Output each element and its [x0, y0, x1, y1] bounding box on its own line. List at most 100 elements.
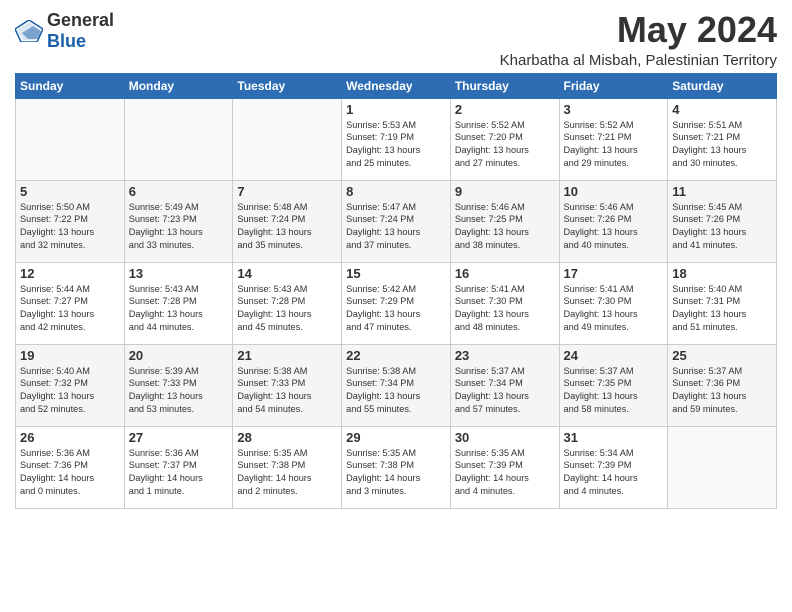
calendar-week-row: 19 Sunrise: 5:40 AM Sunset: 7:32 PM Dayli… — [16, 344, 777, 426]
day-info: Sunrise: 5:50 AM Sunset: 7:22 PM Dayligh… — [20, 201, 120, 253]
day-number: 16 — [455, 266, 555, 281]
main-container: General Blue May 2024 Kharbatha al Misba… — [0, 0, 792, 519]
calendar-week-row: 1 Sunrise: 5:53 AM Sunset: 7:19 PM Daylig… — [16, 98, 777, 180]
table-row: 23 Sunrise: 5:37 AM Sunset: 7:34 PM Dayli… — [450, 344, 559, 426]
day-number: 6 — [129, 184, 229, 199]
day-number: 21 — [237, 348, 337, 363]
col-sunday: Sunday — [16, 73, 125, 98]
logo-text: General Blue — [47, 10, 114, 52]
day-info: Sunrise: 5:43 AM Sunset: 7:28 PM Dayligh… — [129, 283, 229, 335]
day-info: Sunrise: 5:37 AM Sunset: 7:36 PM Dayligh… — [672, 365, 772, 417]
logo-icon — [15, 20, 43, 42]
logo-general: General — [47, 10, 114, 30]
calendar-week-row: 12Sunrise: 5:44 AM Sunset: 7:27 PM Dayli… — [16, 262, 777, 344]
day-info: Sunrise: 5:53 AM Sunset: 7:19 PM Dayligh… — [346, 119, 446, 171]
logo: General Blue — [15, 10, 114, 52]
day-number: 13 — [129, 266, 229, 281]
location-title: Kharbatha al Misbah, Palestinian Territo… — [500, 52, 777, 69]
title-block: May 2024 Kharbatha al Misbah, Palestinia… — [500, 10, 777, 69]
table-row: 22Sunrise: 5:38 AM Sunset: 7:34 PM Dayli… — [342, 344, 451, 426]
day-info: Sunrise: 5:42 AM Sunset: 7:29 PM Dayligh… — [346, 283, 446, 335]
table-row: 9 Sunrise: 5:46 AM Sunset: 7:25 PM Daylig… — [450, 180, 559, 262]
header: General Blue May 2024 Kharbatha al Misba… — [15, 10, 777, 69]
calendar-table: Sunday Monday Tuesday Wednesday Thursday… — [15, 73, 777, 509]
day-number: 24 — [564, 348, 664, 363]
table-row: 11 Sunrise: 5:45 AM Sunset: 7:26 PM Dayli… — [668, 180, 777, 262]
day-info: Sunrise: 5:49 AM Sunset: 7:23 PM Dayligh… — [129, 201, 229, 253]
table-row — [124, 98, 233, 180]
logo-blue: Blue — [47, 31, 86, 51]
month-title: May 2024 — [500, 10, 777, 50]
day-number: 17 — [564, 266, 664, 281]
day-info: Sunrise: 5:41 AM Sunset: 7:30 PM Dayligh… — [564, 283, 664, 335]
day-info: Sunrise: 5:41 AM Sunset: 7:30 PM Dayligh… — [455, 283, 555, 335]
table-row: 2 Sunrise: 5:52 AM Sunset: 7:20 PM Daylig… — [450, 98, 559, 180]
table-row: 15 Sunrise: 5:42 AM Sunset: 7:29 PM Dayli… — [342, 262, 451, 344]
day-number: 26 — [20, 430, 120, 445]
day-info: Sunrise: 5:37 AM Sunset: 7:34 PM Dayligh… — [455, 365, 555, 417]
table-row — [233, 98, 342, 180]
table-row: 5 Sunrise: 5:50 AM Sunset: 7:22 PM Daylig… — [16, 180, 125, 262]
day-info: Sunrise: 5:40 AM Sunset: 7:31 PM Dayligh… — [672, 283, 772, 335]
table-row: 8Sunrise: 5:47 AM Sunset: 7:24 PM Daylig… — [342, 180, 451, 262]
day-info: Sunrise: 5:43 AM Sunset: 7:28 PM Dayligh… — [237, 283, 337, 335]
day-info: Sunrise: 5:40 AM Sunset: 7:32 PM Dayligh… — [20, 365, 120, 417]
table-row: 16 Sunrise: 5:41 AM Sunset: 7:30 PM Dayli… — [450, 262, 559, 344]
day-number: 4 — [672, 102, 772, 117]
table-row: 28 Sunrise: 5:35 AM Sunset: 7:38 PM Dayli… — [233, 426, 342, 508]
table-row: 3 Sunrise: 5:52 AM Sunset: 7:21 PM Daylig… — [559, 98, 668, 180]
day-info: Sunrise: 5:37 AM Sunset: 7:35 PM Dayligh… — [564, 365, 664, 417]
table-row: 13 Sunrise: 5:43 AM Sunset: 7:28 PM Dayli… — [124, 262, 233, 344]
day-number: 30 — [455, 430, 555, 445]
col-wednesday: Wednesday — [342, 73, 451, 98]
table-row: 4 Sunrise: 5:51 AM Sunset: 7:21 PM Daylig… — [668, 98, 777, 180]
day-info: Sunrise: 5:48 AM Sunset: 7:24 PM Dayligh… — [237, 201, 337, 253]
day-info: Sunrise: 5:45 AM Sunset: 7:26 PM Dayligh… — [672, 201, 772, 253]
table-row: 30Sunrise: 5:35 AM Sunset: 7:39 PM Dayli… — [450, 426, 559, 508]
table-row — [668, 426, 777, 508]
table-row: 14 Sunrise: 5:43 AM Sunset: 7:28 PM Dayli… — [233, 262, 342, 344]
day-info: Sunrise: 5:52 AM Sunset: 7:20 PM Dayligh… — [455, 119, 555, 171]
day-info: Sunrise: 5:47 AM Sunset: 7:24 PM Dayligh… — [346, 201, 446, 253]
day-number: 15 — [346, 266, 446, 281]
day-number: 19 — [20, 348, 120, 363]
col-monday: Monday — [124, 73, 233, 98]
day-info: Sunrise: 5:46 AM Sunset: 7:25 PM Dayligh… — [455, 201, 555, 253]
day-number: 3 — [564, 102, 664, 117]
calendar-header-row: Sunday Monday Tuesday Wednesday Thursday… — [16, 73, 777, 98]
day-info: Sunrise: 5:35 AM Sunset: 7:38 PM Dayligh… — [237, 447, 337, 499]
table-row: 31Sunrise: 5:34 AM Sunset: 7:39 PM Dayli… — [559, 426, 668, 508]
day-info: Sunrise: 5:38 AM Sunset: 7:33 PM Dayligh… — [237, 365, 337, 417]
day-info: Sunrise: 5:35 AM Sunset: 7:38 PM Dayligh… — [346, 447, 446, 499]
day-number: 5 — [20, 184, 120, 199]
day-number: 12 — [20, 266, 120, 281]
day-number: 11 — [672, 184, 772, 199]
day-info: Sunrise: 5:51 AM Sunset: 7:21 PM Dayligh… — [672, 119, 772, 171]
day-number: 9 — [455, 184, 555, 199]
table-row: 7Sunrise: 5:48 AM Sunset: 7:24 PM Daylig… — [233, 180, 342, 262]
day-info: Sunrise: 5:46 AM Sunset: 7:26 PM Dayligh… — [564, 201, 664, 253]
table-row — [16, 98, 125, 180]
day-info: Sunrise: 5:36 AM Sunset: 7:36 PM Dayligh… — [20, 447, 120, 499]
day-number: 2 — [455, 102, 555, 117]
table-row: 27Sunrise: 5:36 AM Sunset: 7:37 PM Dayli… — [124, 426, 233, 508]
table-row: 20Sunrise: 5:39 AM Sunset: 7:33 PM Dayli… — [124, 344, 233, 426]
day-number: 23 — [455, 348, 555, 363]
day-number: 31 — [564, 430, 664, 445]
table-row: 18Sunrise: 5:40 AM Sunset: 7:31 PM Dayli… — [668, 262, 777, 344]
day-number: 25 — [672, 348, 772, 363]
day-number: 29 — [346, 430, 446, 445]
table-row: 10 Sunrise: 5:46 AM Sunset: 7:26 PM Dayli… — [559, 180, 668, 262]
day-number: 14 — [237, 266, 337, 281]
day-number: 27 — [129, 430, 229, 445]
table-row: 12Sunrise: 5:44 AM Sunset: 7:27 PM Dayli… — [16, 262, 125, 344]
table-row: 19 Sunrise: 5:40 AM Sunset: 7:32 PM Dayli… — [16, 344, 125, 426]
day-info: Sunrise: 5:38 AM Sunset: 7:34 PM Dayligh… — [346, 365, 446, 417]
day-number: 1 — [346, 102, 446, 117]
calendar-week-row: 26 Sunrise: 5:36 AM Sunset: 7:36 PM Dayli… — [16, 426, 777, 508]
day-number: 28 — [237, 430, 337, 445]
day-number: 10 — [564, 184, 664, 199]
table-row: 25 Sunrise: 5:37 AM Sunset: 7:36 PM Dayli… — [668, 344, 777, 426]
col-tuesday: Tuesday — [233, 73, 342, 98]
day-info: Sunrise: 5:52 AM Sunset: 7:21 PM Dayligh… — [564, 119, 664, 171]
